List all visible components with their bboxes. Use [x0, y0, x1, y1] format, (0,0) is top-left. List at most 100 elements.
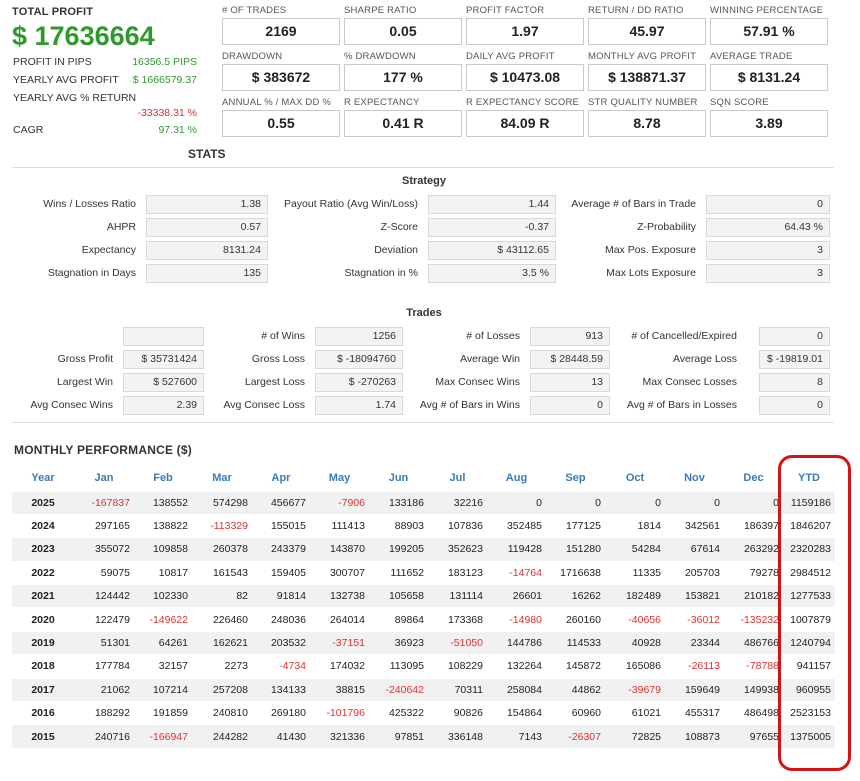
year-cell: 2020: [12, 607, 74, 632]
stat-value-avg-of-bars-in-wins: 0: [530, 396, 610, 415]
month-cell-oct: 165086: [605, 654, 665, 679]
month-cell-apr: 41430: [252, 724, 310, 749]
table-row: 2020 122479 -149622 226460 248036 264014 89864…: [12, 607, 835, 632]
metric-value: 0.41 R: [344, 110, 462, 137]
month-cell-nov: -36012: [665, 607, 724, 632]
month-cell-feb: 64261: [134, 630, 192, 655]
month-cell-feb: 102330: [134, 584, 192, 608]
month-cell-jul: 352623: [428, 537, 487, 562]
table-row: 2018 177784 32157 2273 -4734 174032 113095 1082…: [12, 654, 835, 679]
year-cell: 2019: [12, 630, 74, 655]
stat-value-largest-loss: $ -270263: [315, 373, 403, 392]
table-row: 2022 59075 10817 161543 159405 300707 111652 18…: [12, 560, 835, 585]
metric-value: $ 138871.37: [588, 64, 706, 91]
month-cell-aug: 258084: [487, 677, 546, 702]
month-cell-feb: -149622: [134, 607, 192, 632]
stat-label-of-cancelled-expired: # of Cancelled/Expired: [631, 330, 737, 342]
stat-value-blank: [123, 327, 204, 346]
month-cell-oct: -39679: [605, 677, 665, 702]
month-cell-dec: 79278: [724, 560, 783, 585]
month-cell-may: 38815: [310, 677, 369, 702]
month-cell-jul: 32216: [428, 490, 487, 515]
stat-value-expectancy: 8131.24: [146, 241, 268, 260]
month-cell-dec: 486766: [724, 630, 783, 655]
yearly-avg-return-label: YEARLY AVG % RETURN: [13, 92, 137, 104]
stat-label-largest-win: Largest Win: [56, 376, 113, 388]
stat-value-avg-consec-wins: 2.39: [123, 396, 204, 415]
stat-value-of-cancelled-expired: 0: [759, 327, 830, 346]
stat-value-z-probability: 64.43 %: [706, 218, 830, 237]
month-cell-oct: 1814: [605, 513, 665, 538]
month-cell-jun: 111652: [369, 560, 428, 585]
month-cell-may: 321336: [310, 724, 369, 749]
metric-drawdown: DRAWDOWN $ 383672: [222, 51, 340, 91]
metric-sqn-score: SQN SCORE 3.89: [710, 97, 828, 137]
yearly-avg-profit-label: YEARLY AVG PROFIT: [13, 74, 119, 86]
yearly-avg-return-value: -33338.31 %: [137, 107, 197, 119]
trades-title: Trades: [406, 307, 442, 319]
stat-label-average-loss: Average Loss: [672, 353, 737, 365]
metric-label: DAILY AVG PROFIT: [466, 51, 555, 62]
stat-value-max-consec-wins: 13: [530, 373, 610, 392]
month-cell-sep: 44862: [546, 677, 605, 702]
metric-label: SHARPE RATIO: [344, 5, 417, 16]
metric-return-dd-ratio: RETURN / DD RATIO 45.97: [588, 5, 706, 45]
metric-label: R EXPECTANCY: [344, 97, 420, 108]
stat-label-z-score: Z-Score: [380, 221, 418, 233]
month-cell-sep: 60960: [546, 701, 605, 725]
metric-label: WINNING PERCENTAGE: [710, 5, 824, 16]
month-cell-jan: 124442: [74, 584, 134, 608]
month-cell-sep: -26307: [546, 724, 605, 749]
metric-average-trade: AVERAGE TRADE $ 8131.24: [710, 51, 828, 91]
month-cell-feb: 107214: [134, 677, 192, 702]
month-cell-jan: 122479: [74, 607, 134, 632]
month-cell-jan: 355072: [74, 537, 134, 562]
month-cell-jun: -240642: [369, 677, 428, 702]
column-header-dec: Dec: [724, 466, 783, 491]
metric-winning-percentage: WINNING PERCENTAGE 57.91 %: [710, 5, 828, 45]
month-cell-jul: 108229: [428, 654, 487, 679]
month-cell-mar: 226460: [192, 607, 252, 632]
month-cell-may: -37151: [310, 630, 369, 655]
month-cell-oct: 0: [605, 490, 665, 515]
stat-value-average-of-bars-in-trade: 0: [706, 195, 830, 214]
metric-label: AVERAGE TRADE: [710, 51, 793, 62]
yearly-avg-return-row: YEARLY AVG % RETURN -33338.31 %: [12, 92, 197, 124]
metric-label: RETURN / DD RATIO: [588, 5, 684, 16]
stat-value-z-score: -0.37: [428, 218, 556, 237]
table-row: 2025 -167837 138552 574298 456677 -7906 133186…: [12, 490, 835, 515]
month-cell-aug: 132264: [487, 654, 546, 679]
stat-label-average-win: Average Win: [460, 353, 520, 365]
month-cell-dec: -135232: [724, 607, 783, 632]
column-header-nov: Nov: [665, 466, 724, 491]
month-cell-jan: 21062: [74, 677, 134, 702]
month-cell-jul: 107836: [428, 513, 487, 538]
metric-value: 177 %: [344, 64, 462, 91]
month-cell-oct: 54284: [605, 537, 665, 562]
column-header-year: Year: [12, 466, 74, 491]
metric-label: # OF TRADES: [222, 5, 287, 16]
stat-label-avg-consec-loss: Avg Consec Loss: [223, 399, 305, 411]
divider: [12, 422, 834, 423]
month-cell-jan: -167837: [74, 490, 134, 515]
year-cell: 2015: [12, 724, 74, 749]
stat-value-average-win: $ 28448.59: [530, 350, 610, 369]
month-cell-mar: 162621: [192, 630, 252, 655]
month-cell-jan: 59075: [74, 560, 134, 585]
stat-label-deviation: Deviation: [374, 244, 418, 256]
month-cell-mar: 2273: [192, 654, 252, 679]
metric-value: 0.55: [222, 110, 340, 137]
metric-label: STR QUALITY NUMBER: [588, 97, 698, 108]
month-cell-sep: 16262: [546, 584, 605, 608]
month-cell-feb: 191859: [134, 701, 192, 725]
metric-value: $ 383672: [222, 64, 340, 91]
stat-label-avg-of-bars-in-wins: Avg # of Bars in Wins: [419, 399, 520, 411]
cagr-value: 97.31 %: [158, 124, 197, 136]
month-cell-dec: 263292: [724, 537, 783, 562]
month-cell-apr: 203532: [252, 630, 310, 655]
column-header-feb: Feb: [134, 466, 192, 491]
monthly-performance-table: Year Jan Feb Mar Apr May Jun Jul Aug Sep Oct Nov Dec…: [12, 466, 835, 749]
month-cell-sep: 177125: [546, 513, 605, 538]
year-cell: 2025: [12, 490, 74, 515]
month-cell-apr: 269180: [252, 701, 310, 725]
